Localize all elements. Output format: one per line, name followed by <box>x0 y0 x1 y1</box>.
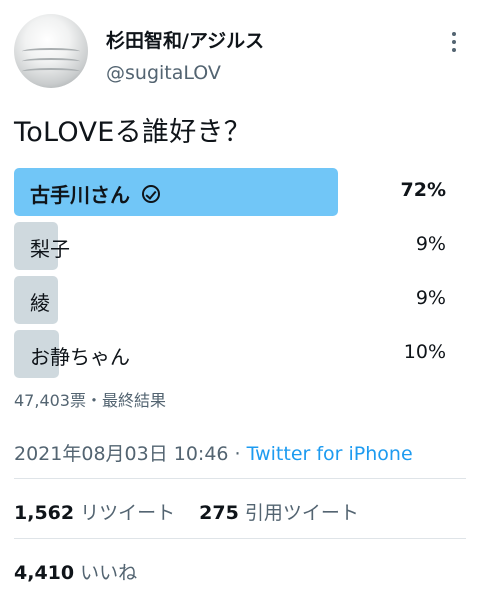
likes-stat[interactable]: 4,410 いいね <box>14 558 137 585</box>
quotes-label: 引用ツイート <box>244 502 359 524</box>
poll-option: 綾 9% <box>14 274 450 328</box>
poll-option: 古手川さん 72% <box>14 166 450 220</box>
divider <box>14 478 466 479</box>
divider <box>14 538 466 539</box>
dot <box>452 48 456 52</box>
quotes-count: 275 <box>199 502 239 524</box>
poll-option-percent: 9% <box>415 233 446 255</box>
tweet-meta: 2021年08月03日 10:46 · Twitter for iPhone <box>14 439 413 466</box>
poll-option-percent: 10% <box>403 341 446 363</box>
tweet-detail: 杉田智和/アジルス @sugitaLOV ToLOVEる誰好き？ 古手川さん 7… <box>0 0 480 596</box>
retweets-label: リツイート <box>80 502 176 524</box>
timestamp[interactable]: 2021年08月03日 10:46 <box>14 443 229 465</box>
avatar-image-detail <box>22 68 80 75</box>
poll: 古手川さん 72% 梨子 9% 綾 9% お静ちゃん 10% <box>14 166 450 382</box>
more-options-icon[interactable] <box>444 28 464 56</box>
check-circle-icon <box>142 184 160 203</box>
engagement-stats: 1,562 リツイート 275 引用ツイート <box>14 498 359 525</box>
author-handle[interactable]: @sugitaLOV <box>106 62 221 84</box>
poll-option-label: 梨子 <box>30 237 70 261</box>
retweets-stat[interactable]: 1,562 リツイート <box>14 502 175 524</box>
poll-option: お静ちゃん 10% <box>14 328 450 382</box>
likes-label: いいね <box>80 562 138 584</box>
quotes-stat[interactable]: 275 引用ツイート <box>199 502 359 524</box>
poll-option-percent: 72% <box>400 179 446 201</box>
poll-option-percent: 9% <box>415 287 446 309</box>
poll-option-label: お静ちゃん <box>30 345 130 369</box>
source-link[interactable]: Twitter for iPhone <box>247 443 413 465</box>
meta-separator: · <box>228 443 247 465</box>
poll-option-label: 古手川さん <box>30 179 160 208</box>
retweets-count: 1,562 <box>14 502 75 524</box>
poll-option-label: 綾 <box>30 291 50 315</box>
poll-summary: 47,403票・最終結果 <box>14 391 166 410</box>
avatar-image-detail <box>22 58 80 65</box>
avatar[interactable] <box>14 14 88 88</box>
dot <box>452 32 456 36</box>
avatar-image-detail <box>22 48 80 55</box>
poll-option-text: 古手川さん <box>30 183 130 207</box>
tweet-text: ToLOVEる誰好き？ <box>14 117 252 148</box>
likes-count: 4,410 <box>14 562 75 584</box>
poll-option: 梨子 9% <box>14 220 450 274</box>
author-display-name[interactable]: 杉田智和/アジルス <box>106 26 264 53</box>
dot <box>452 40 456 44</box>
